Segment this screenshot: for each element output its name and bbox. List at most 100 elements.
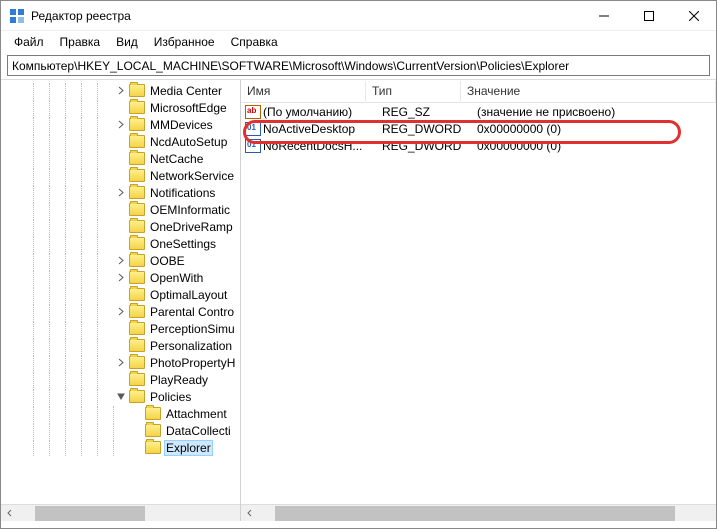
expand-glyph-icon[interactable] — [113, 219, 129, 235]
expand-glyph-icon[interactable] — [113, 321, 129, 337]
menubar: Файл Правка Вид Избранное Справка — [1, 31, 716, 52]
folder-icon — [129, 373, 145, 386]
minimize-button[interactable] — [581, 1, 626, 30]
tree-item[interactable]: Notifications — [1, 184, 240, 201]
expand-glyph-icon[interactable] — [129, 406, 145, 422]
tree-item[interactable]: MicrosoftEdge — [1, 99, 240, 116]
tree-label: NcdAutoSetup — [148, 135, 229, 149]
folder-icon — [129, 288, 145, 301]
tree-pane[interactable]: Media Center MicrosoftEdge MMDevices NcdAut… — [1, 80, 241, 521]
col-type[interactable]: Тип — [366, 81, 461, 101]
tree-label: OpenWith — [148, 271, 205, 285]
tree-item[interactable]: Personalization — [1, 337, 240, 354]
maximize-button[interactable] — [626, 1, 671, 30]
tree-item[interactable]: OptimalLayout — [1, 286, 240, 303]
list-pane[interactable]: Имя Тип Значение (По умолчанию)REG_SZ(зн… — [241, 80, 716, 521]
folder-icon — [129, 220, 145, 233]
scroll-thumb[interactable] — [35, 506, 145, 521]
folder-icon — [129, 101, 145, 114]
value-string-icon — [245, 105, 261, 119]
cell-type: REG_DWORD — [382, 139, 477, 153]
scroll-left-icon[interactable] — [1, 505, 18, 522]
expand-glyph-icon[interactable] — [113, 202, 129, 218]
list-row[interactable]: NoActiveDesktopREG_DWORD0x00000000 (0) — [241, 120, 716, 137]
expand-glyph-icon[interactable] — [113, 83, 129, 99]
folder-icon — [145, 407, 161, 420]
menu-help[interactable]: Справка — [224, 33, 285, 51]
tree-item[interactable]: Attachment — [1, 405, 240, 422]
tree-label: Personalization — [148, 339, 234, 353]
menu-view[interactable]: Вид — [109, 33, 145, 51]
tree-item[interactable]: Media Center — [1, 82, 240, 99]
folder-icon — [145, 441, 161, 454]
tree-item[interactable]: PlayReady — [1, 371, 240, 388]
tree-item[interactable]: Explorer — [1, 439, 240, 456]
tree-label: Policies — [148, 390, 193, 404]
tree-hscroll[interactable] — [1, 504, 240, 521]
tree-item[interactable]: DataCollecti — [1, 422, 240, 439]
tree-item[interactable]: OpenWith — [1, 269, 240, 286]
tree-label: PerceptionSimu — [148, 322, 237, 336]
expand-glyph-icon[interactable] — [129, 440, 145, 456]
expand-glyph-icon[interactable] — [113, 372, 129, 388]
tree-item[interactable]: NetworkService — [1, 167, 240, 184]
folder-icon — [129, 339, 145, 352]
expand-glyph-icon[interactable] — [113, 355, 129, 371]
expand-glyph-icon[interactable] — [113, 270, 129, 286]
menu-edit[interactable]: Правка — [53, 33, 108, 51]
tree-item[interactable]: PerceptionSimu — [1, 320, 240, 337]
expand-glyph-icon[interactable] — [113, 236, 129, 252]
expand-glyph-icon[interactable] — [113, 185, 129, 201]
folder-icon — [129, 118, 145, 131]
expand-glyph-icon[interactable] — [113, 287, 129, 303]
col-value[interactable]: Значение — [461, 81, 716, 101]
folder-icon — [129, 203, 145, 216]
close-button[interactable] — [671, 1, 716, 30]
expand-glyph-icon[interactable] — [113, 389, 129, 405]
tree-label: MicrosoftEdge — [148, 101, 229, 115]
folder-icon — [145, 424, 161, 437]
list-row[interactable]: NoRecentDocsH...REG_DWORD0x00000000 (0) — [241, 137, 716, 154]
expand-glyph-icon[interactable] — [113, 100, 129, 116]
expand-glyph-icon[interactable] — [129, 423, 145, 439]
folder-icon — [129, 169, 145, 182]
list-row[interactable]: (По умолчанию)REG_SZ(значение не присвое… — [241, 103, 716, 120]
tree-item[interactable]: NetCache — [1, 150, 240, 167]
cell-value: (значение не присвоено) — [477, 105, 716, 119]
expand-glyph-icon[interactable] — [113, 304, 129, 320]
cell-value: 0x00000000 (0) — [477, 122, 716, 136]
expand-glyph-icon[interactable] — [113, 117, 129, 133]
tree-item[interactable]: MMDevices — [1, 116, 240, 133]
expand-glyph-icon[interactable] — [113, 134, 129, 150]
col-name[interactable]: Имя — [241, 81, 366, 101]
folder-icon — [129, 135, 145, 148]
tree-item[interactable]: OOBE — [1, 252, 240, 269]
tree-label: OneSettings — [148, 237, 218, 251]
cell-type: REG_SZ — [382, 105, 477, 119]
tree-label: OEMInformatic — [148, 203, 232, 217]
tree-label: MMDevices — [148, 118, 215, 132]
scroll-thumb[interactable] — [275, 506, 675, 521]
tree-item[interactable]: OneSettings — [1, 235, 240, 252]
expand-glyph-icon[interactable] — [113, 168, 129, 184]
tree-item[interactable]: Parental Contro — [1, 303, 240, 320]
tree-item[interactable]: OneDriveRamp — [1, 218, 240, 235]
titlebar: Редактор реестра — [1, 1, 716, 31]
list-hscroll[interactable] — [241, 504, 716, 521]
value-dword-icon — [245, 122, 261, 136]
regedit-icon — [9, 8, 25, 24]
tree-label: PlayReady — [148, 373, 210, 387]
expand-glyph-icon[interactable] — [113, 338, 129, 354]
scroll-left-icon[interactable] — [241, 505, 258, 522]
expand-glyph-icon[interactable] — [113, 151, 129, 167]
address-input[interactable] — [7, 55, 710, 76]
tree-item[interactable]: NcdAutoSetup — [1, 133, 240, 150]
tree-item[interactable]: Policies — [1, 388, 240, 405]
cell-value: 0x00000000 (0) — [477, 139, 716, 153]
menu-file[interactable]: Файл — [7, 33, 51, 51]
menu-favorites[interactable]: Избранное — [147, 33, 222, 51]
tree-item[interactable]: PhotoPropertyH — [1, 354, 240, 371]
folder-icon — [129, 237, 145, 250]
expand-glyph-icon[interactable] — [113, 253, 129, 269]
tree-item[interactable]: OEMInformatic — [1, 201, 240, 218]
